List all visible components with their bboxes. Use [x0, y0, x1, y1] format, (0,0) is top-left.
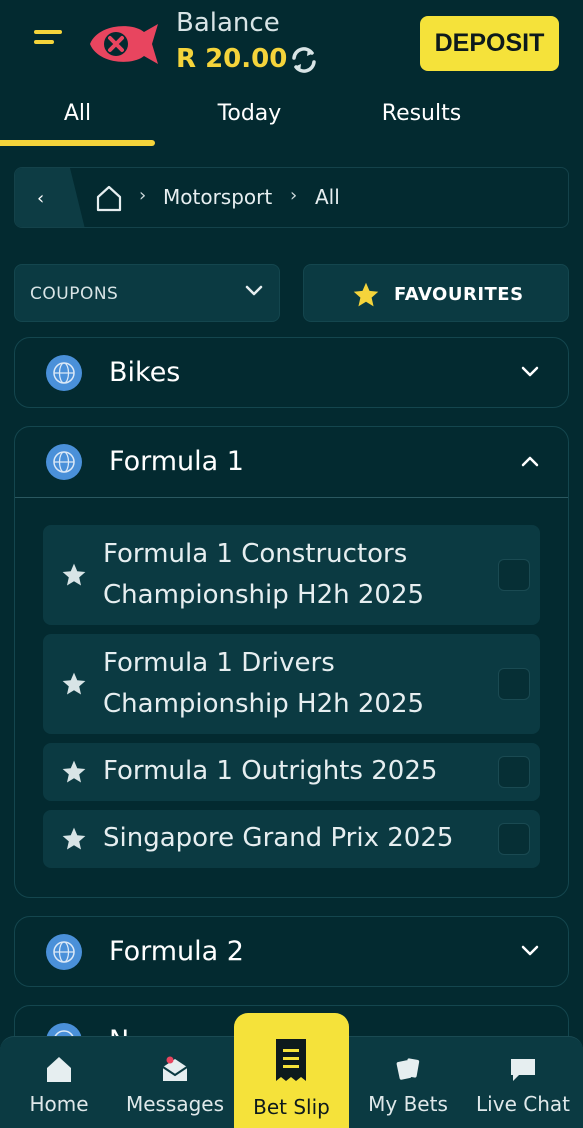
tab-results[interactable]: Results [344, 90, 499, 148]
nav-label: Live Chat [476, 1092, 570, 1116]
divider [15, 497, 568, 498]
league-checkbox[interactable] [498, 823, 530, 855]
tab-today[interactable]: Today [172, 90, 327, 148]
coupons-dropdown[interactable]: COUPONS [14, 264, 280, 322]
app-header: Balance R 20.00 DEPOSIT [0, 0, 583, 90]
nav-messages[interactable]: Messages [118, 1037, 232, 1128]
star-icon [353, 282, 379, 307]
nav-home[interactable]: Home [16, 1037, 102, 1128]
balance-label: Balance [176, 8, 280, 38]
brand-logo-icon[interactable] [86, 20, 160, 68]
chevron-down-icon [245, 285, 263, 296]
hamburger-menu-icon[interactable] [34, 30, 62, 48]
league-checkbox[interactable] [498, 559, 530, 591]
section-header-formula-1[interactable]: Formula 1 [15, 427, 568, 497]
back-button[interactable]: ‹ [15, 168, 85, 227]
section-header-formula-2[interactable]: Formula 2 [15, 917, 568, 987]
star-icon[interactable] [61, 759, 87, 785]
chevron-up-icon [521, 456, 539, 467]
world-globe-icon [46, 934, 82, 970]
league-checkbox[interactable] [498, 668, 530, 700]
breadcrumb-separator-icon: › [290, 185, 298, 206]
world-globe-icon [46, 355, 82, 391]
league-row[interactable]: Formula 1 Constructors Championship H2h … [43, 525, 540, 625]
chevron-left-icon: ‹ [37, 188, 45, 209]
star-icon[interactable] [61, 562, 87, 588]
section-title: Formula 1 [109, 446, 244, 477]
favourites-button[interactable]: FAVOURITES [303, 264, 569, 322]
nav-label: My Bets [368, 1092, 448, 1116]
league-name: Formula 1 Constructors Championship H2h … [103, 539, 425, 610]
envelope-icon [162, 1056, 188, 1081]
league-row[interactable]: Formula 1 Drivers Championship H2h 2025 [43, 634, 540, 734]
star-icon[interactable] [61, 826, 87, 852]
active-tab-indicator [0, 140, 155, 146]
league-name: Formula 1 Outrights 2025 [103, 756, 438, 786]
chevron-down-icon [521, 945, 539, 956]
favourites-label: FAVOURITES [394, 284, 524, 305]
home-icon[interactable] [95, 184, 123, 212]
league-row[interactable]: Singapore Grand Prix 2025 [43, 810, 540, 868]
chat-bubble-icon [511, 1059, 535, 1081]
refresh-icon[interactable] [288, 44, 320, 76]
breadcrumb-separator-icon: › [139, 185, 147, 206]
home-icon [47, 1057, 71, 1082]
league-row[interactable]: Formula 1 Outrights 2025 [43, 743, 540, 801]
league-name: Singapore Grand Prix 2025 [103, 823, 454, 853]
section-formula-1: Formula 1 Formula 1 Constructors Champio… [14, 426, 569, 898]
breadcrumb-all: All [315, 185, 340, 209]
coupons-label: COUPONS [30, 284, 119, 304]
nav-label: Home [29, 1092, 89, 1116]
filter-tabs: All Today Results [0, 90, 583, 148]
section-title: Bikes [109, 357, 181, 388]
nav-label: Bet Slip [253, 1095, 330, 1119]
breadcrumb: ‹ › Motorsport › All [14, 167, 569, 228]
nav-bet-slip[interactable]: Bet Slip [234, 1013, 349, 1128]
breadcrumb-motorsport[interactable]: Motorsport [163, 185, 272, 209]
section-title: Formula 2 [109, 936, 244, 967]
bet-tickets-icon [396, 1058, 420, 1080]
balance-amount: R 20.00 [176, 44, 288, 74]
nav-label: Messages [125, 1092, 225, 1116]
world-globe-icon [46, 444, 82, 480]
section-header-bikes[interactable]: Bikes [15, 338, 568, 408]
nav-live-chat[interactable]: Live Chat [470, 1037, 576, 1128]
section-formula-2: Formula 2 [14, 916, 569, 987]
deposit-button[interactable]: DEPOSIT [420, 16, 559, 71]
star-icon[interactable] [61, 671, 87, 697]
league-name: Formula 1 Drivers Championship H2h 2025 [103, 648, 425, 719]
receipt-icon [276, 1039, 306, 1081]
section-bikes: Bikes [14, 337, 569, 408]
nav-my-bets[interactable]: My Bets [360, 1037, 456, 1128]
league-checkbox[interactable] [498, 756, 530, 788]
chevron-down-icon [521, 366, 539, 377]
